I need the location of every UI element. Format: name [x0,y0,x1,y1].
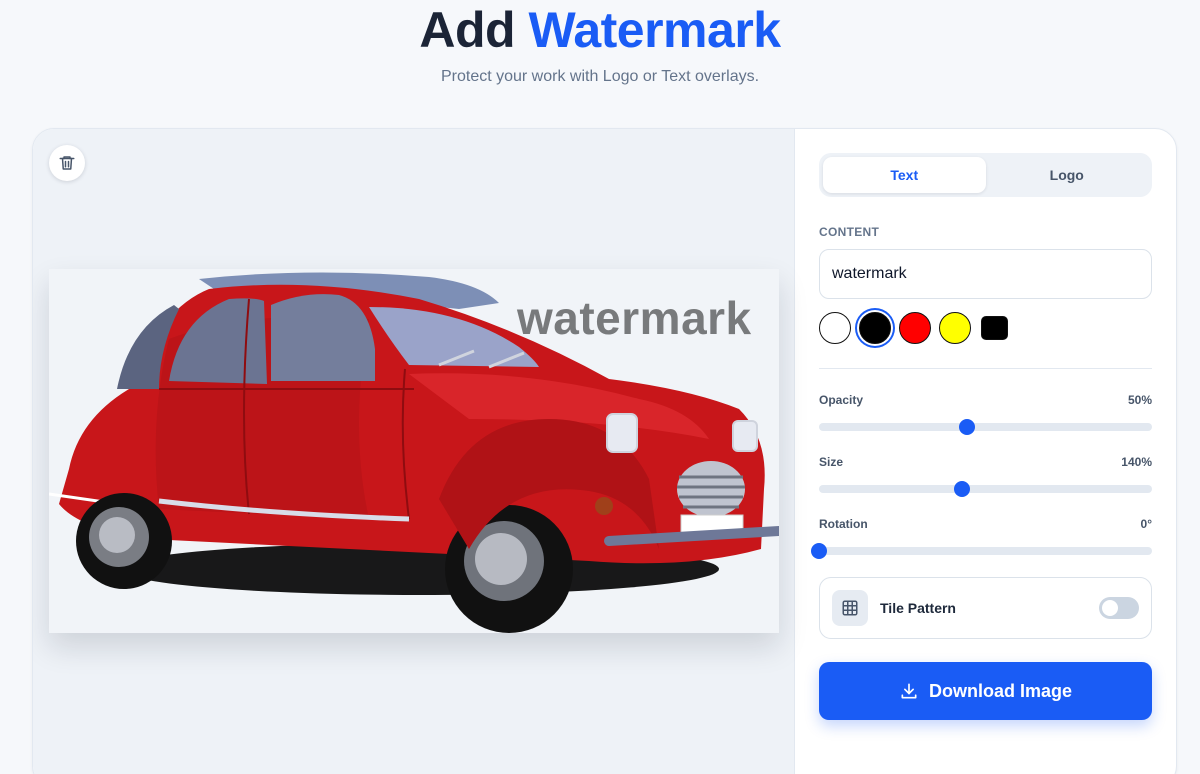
color-swatch-black[interactable] [859,312,891,344]
opacity-value: 50% [1127,393,1152,407]
size-value: 140% [1121,455,1152,469]
download-icon [901,683,917,699]
rotation-control: Rotation 0° [811,517,1152,559]
size-control: Size 140% [819,455,1152,497]
color-swatch-white[interactable] [819,312,851,344]
preview-area: watermark [33,129,795,774]
title-accent: Watermark [528,2,782,58]
size-label: Size [819,455,844,469]
editor-card: watermark Text Logo CONTENT Opacity 50% [32,128,1177,774]
content-input[interactable] [819,249,1152,299]
tile-pattern-row: Tile Pattern [819,577,1152,639]
mode-tabs: Text Logo [819,153,1152,197]
opacity-label: Opacity [819,393,864,407]
rotation-slider-thumb[interactable] [811,543,827,559]
divider [819,368,1152,369]
tile-pattern-label: Tile Pattern [880,600,956,616]
rotation-slider[interactable] [811,543,1152,559]
opacity-slider[interactable] [819,419,1152,435]
page-subtitle: Protect your work with Logo or Text over… [440,68,760,85]
color-swatch-red[interactable] [899,312,931,344]
size-slider-thumb[interactable] [954,481,971,497]
tile-pattern-toggle[interactable] [1099,597,1139,619]
toggle-knob [1102,600,1118,616]
download-image-button[interactable]: Download Image [819,662,1152,720]
tab-logo[interactable]: Logo [986,157,1149,193]
watermark-overlay[interactable]: watermark [517,291,752,345]
delete-image-button[interactable] [49,145,85,181]
tab-text[interactable]: Text [823,157,986,193]
color-swatches [819,311,1152,345]
custom-color-picker[interactable] [981,316,1008,340]
trash-icon [59,156,75,170]
page-title: Add Watermark [0,4,1200,56]
rotation-label: Rotation [819,517,868,531]
download-label: Download Image [928,680,1072,701]
page-header: Add Watermark Protect your work with Log… [0,0,1200,86]
grid-icon [842,600,858,616]
size-slider[interactable] [819,481,1152,497]
content-label: CONTENT [819,225,880,239]
settings-panel: Text Logo CONTENT Opacity 50% Size [811,153,1152,720]
tile-icon-container [832,590,868,626]
opacity-slider-thumb[interactable] [959,419,976,435]
image-preview: watermark [49,269,779,633]
color-swatch-yellow[interactable] [939,312,971,344]
rotation-value: 0° [1140,517,1152,531]
opacity-control: Opacity 50% [819,393,1152,435]
title-main: Add [419,2,516,58]
